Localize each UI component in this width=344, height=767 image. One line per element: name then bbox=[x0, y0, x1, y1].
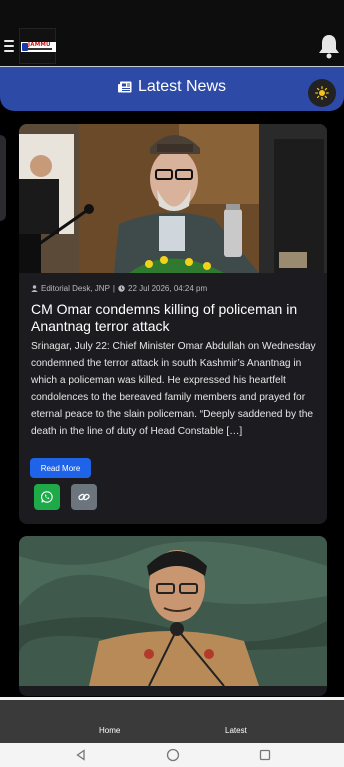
article-author: Editorial Desk, JNP bbox=[41, 284, 110, 293]
section-title: Latest News bbox=[0, 67, 344, 107]
whatsapp-share-button[interactable] bbox=[34, 484, 60, 510]
read-more-button[interactable]: Read More bbox=[30, 458, 91, 478]
nav-item-home[interactable]: Home bbox=[99, 726, 120, 735]
article-card[interactable] bbox=[19, 536, 327, 696]
hamburger-icon[interactable] bbox=[4, 40, 14, 52]
copy-link-button[interactable] bbox=[71, 484, 97, 510]
recents-icon[interactable] bbox=[258, 748, 272, 762]
nav-item-latest[interactable]: Latest bbox=[225, 726, 247, 735]
side-drawer-handle[interactable] bbox=[0, 135, 6, 221]
bell-icon[interactable] bbox=[317, 33, 341, 59]
bottom-navigation: Home Latest bbox=[0, 697, 344, 743]
site-logo[interactable]: JAMMU bbox=[19, 28, 56, 64]
section-banner: Latest News bbox=[0, 66, 344, 111]
system-navigation-bar bbox=[0, 743, 344, 767]
article-image[interactable] bbox=[19, 536, 327, 686]
home-icon[interactable] bbox=[166, 748, 180, 762]
article-title[interactable]: CM Omar condemns killing of policeman in… bbox=[31, 301, 319, 334]
article-card[interactable]: Editorial Desk, JNP | 22 Jul 2026, 04:24… bbox=[19, 124, 327, 524]
article-date: 22 Jul 2026, 04:24 pm bbox=[128, 284, 208, 293]
clock-icon bbox=[118, 285, 125, 292]
whatsapp-icon bbox=[41, 491, 53, 503]
sun-icon bbox=[315, 86, 329, 100]
user-icon bbox=[31, 285, 38, 292]
section-title-text: Latest News bbox=[137, 78, 227, 95]
newspaper-icon bbox=[117, 81, 132, 93]
article-meta: Editorial Desk, JNP | 22 Jul 2026, 04:24… bbox=[31, 284, 207, 293]
article-image[interactable] bbox=[19, 124, 327, 273]
link-icon bbox=[78, 493, 90, 501]
app-header: JAMMU bbox=[0, 0, 344, 66]
article-excerpt: Srinagar, July 22: Chief Minister Omar A… bbox=[31, 341, 316, 438]
meta-separator: | bbox=[112, 284, 115, 293]
back-icon[interactable] bbox=[74, 748, 88, 762]
theme-toggle-button[interactable] bbox=[308, 79, 336, 107]
